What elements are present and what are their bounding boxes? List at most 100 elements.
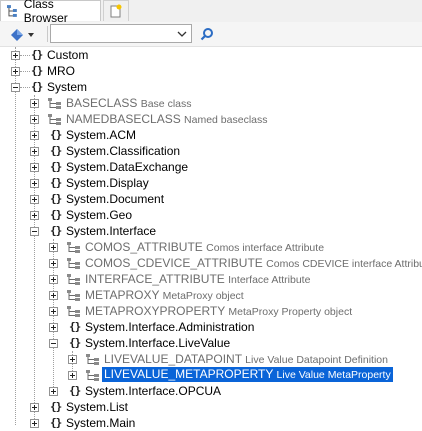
tree-node-label-selected: LIVEVALUE_METAPROPERTY Live Value MetaPr… <box>102 367 393 382</box>
class-icon <box>48 98 61 109</box>
expand-toggle[interactable] <box>30 403 39 412</box>
tree-node-label: System.ACM <box>66 128 137 142</box>
namespace-icon: {} <box>50 416 62 429</box>
tree-node-system-list[interactable]: {} System.List <box>0 399 422 415</box>
tree-node-label: System.List <box>66 400 129 414</box>
tab-new[interactable] <box>103 0 129 21</box>
tab-bar: Class Browser <box>0 0 422 25</box>
tree-node-namedbaseclass[interactable]: NAMEDBASECLASS Named baseclass <box>0 111 422 127</box>
search-icon <box>200 28 213 41</box>
expand-toggle[interactable] <box>49 259 58 268</box>
expand-toggle[interactable] <box>30 147 39 156</box>
expand-toggle[interactable] <box>68 355 77 364</box>
tree-node-system-main[interactable]: {} System.Main <box>0 415 422 431</box>
collapse-toggle[interactable] <box>30 227 39 236</box>
namespace-icon: {} <box>69 320 81 333</box>
tree-node-metaproxyproperty[interactable]: METAPROXYPROPERTY MetaProxy Property obj… <box>0 303 422 319</box>
collapse-toggle[interactable] <box>11 83 20 92</box>
namespace-icon: {} <box>50 160 62 173</box>
namespace-icon: {} <box>31 80 43 93</box>
tree-node-interface-attribute[interactable]: INTERFACE_ATTRIBUTE Interface Attribute <box>0 271 422 287</box>
tree-node-system-display[interactable]: {} System.Display <box>0 175 422 191</box>
expand-toggle[interactable] <box>49 275 58 284</box>
namespace-icon: {} <box>31 48 43 61</box>
toolbar-separator <box>47 26 48 42</box>
tree-node-label: System.Interface.OPCUA <box>85 384 222 398</box>
namespace-icon: {} <box>50 224 62 237</box>
expand-toggle[interactable] <box>30 195 39 204</box>
search-input[interactable] <box>52 26 176 41</box>
tree-node-livevalue-datapoint[interactable]: LIVEVALUE_DATAPOINT Live Value Datapoint… <box>0 351 422 367</box>
tree-node-system-classification[interactable]: {} System.Classification <box>0 143 422 159</box>
tree-node-custom[interactable]: {} Custom <box>0 47 422 63</box>
class-icon <box>67 242 80 253</box>
search-button[interactable] <box>198 25 216 43</box>
expand-toggle[interactable] <box>30 131 39 140</box>
expand-toggle[interactable] <box>30 115 39 124</box>
filter-dropdown-button[interactable] <box>10 27 42 43</box>
class-icon <box>86 370 99 381</box>
expand-toggle[interactable] <box>30 99 39 108</box>
namespace-icon: {} <box>69 384 81 397</box>
tree-node-system-geo[interactable]: {} System.Geo <box>0 207 422 223</box>
expand-toggle[interactable] <box>49 323 58 332</box>
tree-node-interface-livevalue[interactable]: {} System.Interface.LiveValue <box>0 335 422 351</box>
tree-node-label: System.DataExchange <box>66 160 189 174</box>
class-browser-icon <box>6 5 17 17</box>
tree-node-label: System.Interface <box>66 224 157 238</box>
namespace-icon: {} <box>50 400 62 413</box>
collapse-toggle[interactable] <box>49 339 58 348</box>
new-tab-icon <box>110 4 122 18</box>
tree-node-label: Custom <box>47 48 89 62</box>
expand-toggle[interactable] <box>30 163 39 172</box>
tree-node-system[interactable]: {} System <box>0 79 422 95</box>
tree-node-label: System.Classification <box>66 144 181 158</box>
expand-toggle[interactable] <box>49 291 58 300</box>
expand-toggle[interactable] <box>49 243 58 252</box>
tree-node-label: NAMEDBASECLASS Named baseclass <box>66 112 268 126</box>
tree-node-mro[interactable]: {} MRO <box>0 63 422 79</box>
class-icon <box>48 114 61 125</box>
namespace-icon: {} <box>31 64 43 77</box>
tab-class-browser[interactable]: Class Browser <box>0 0 101 25</box>
expand-toggle[interactable] <box>49 307 58 316</box>
tree-node-system-acm[interactable]: {} System.ACM <box>0 127 422 143</box>
class-icon <box>67 306 80 317</box>
tree-node-comos-cdevice-attribute[interactable]: COMOS_CDEVICE_ATTRIBUTE Comos CDEVICE in… <box>0 255 422 271</box>
expand-toggle[interactable] <box>30 419 39 428</box>
tree-node-label: System.Main <box>66 416 136 430</box>
tree-node-label: System <box>47 80 88 94</box>
tree-node-interface-administration[interactable]: {} System.Interface.Administration <box>0 319 422 335</box>
chevron-down-icon <box>177 31 187 37</box>
namespace-icon: {} <box>50 192 62 205</box>
tree-node-livevalue-metaproperty[interactable]: LIVEVALUE_METAPROPERTY Live Value MetaPr… <box>0 367 422 383</box>
tree-node-label: System.Display <box>66 176 149 190</box>
tree-node-baseclass[interactable]: BASECLASS Base class <box>0 95 422 111</box>
expand-toggle[interactable] <box>30 179 39 188</box>
tree-node-metaproxy[interactable]: METAPROXY MetaProxy object <box>0 287 422 303</box>
tree-node-label: System.Document <box>66 192 165 206</box>
search-combobox[interactable] <box>50 24 192 43</box>
tree-node-system-dataexchange[interactable]: {} System.DataExchange <box>0 159 422 175</box>
namespace-icon: {} <box>50 176 62 189</box>
tree-node-system-interface[interactable]: {} System.Interface <box>0 223 422 239</box>
namespace-icon: {} <box>50 144 62 157</box>
tree-node-label: LIVEVALUE_DATAPOINT Live Value Datapoint… <box>104 352 388 366</box>
expand-toggle[interactable] <box>30 211 39 220</box>
class-tree[interactable]: {} Custom {} MRO {} System BASECLASS Bas… <box>0 47 422 430</box>
tree-node-label: System.Interface.Administration <box>85 320 255 334</box>
expand-toggle[interactable] <box>11 51 20 60</box>
chevron-down-icon <box>28 33 34 37</box>
combo-dropdown-arrow[interactable] <box>174 26 190 41</box>
expand-toggle[interactable] <box>11 67 20 76</box>
expand-toggle[interactable] <box>68 371 77 380</box>
namespace-icon: {} <box>50 128 62 141</box>
namespace-icon: {} <box>69 336 81 349</box>
expand-toggle[interactable] <box>49 387 58 396</box>
tree-node-label: COMOS_ATTRIBUTE Comos interface Attribut… <box>85 240 325 254</box>
tree-node-interface-opcua[interactable]: {} System.Interface.OPCUA <box>0 383 422 399</box>
tree-node-comos-attribute[interactable]: COMOS_ATTRIBUTE Comos interface Attribut… <box>0 239 422 255</box>
tree-node-label: INTERFACE_ATTRIBUTE Interface Attribute <box>85 272 311 286</box>
tree-node-system-document[interactable]: {} System.Document <box>0 191 422 207</box>
toolbar <box>0 22 422 47</box>
